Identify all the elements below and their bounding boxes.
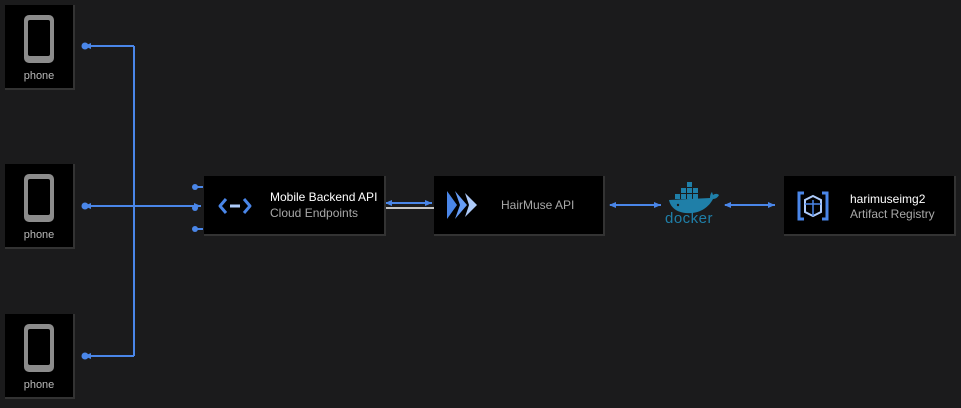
docker-whale-icon [669,182,719,214]
artifact-registry-node[interactable]: harimuseimg2 Artifact Registry [784,176,956,236]
phone-node-3[interactable]: phone [5,314,75,399]
phone-node-2[interactable]: phone [5,164,75,249]
hairmuse-title: HairMuse API [501,198,575,212]
artifact-registry-icon [797,191,829,221]
architecture-diagram: phone phone phone Mobile Backend API Clo… [0,0,961,408]
backend-title: Mobile Backend API [270,190,378,204]
phone-icon [24,15,54,63]
registry-title: harimuseimg2 [850,192,926,206]
port-backend-mid [192,205,198,211]
phone-label: phone [23,379,55,391]
phone-label: phone [23,70,55,82]
phone-icon [24,324,54,372]
backend-api-node[interactable]: Mobile Backend API Cloud Endpoints [204,176,386,236]
docker-label: docker [665,210,714,227]
port-phone3 [81,352,89,360]
cloud-endpoints-icon [218,198,252,214]
port-phone1 [81,42,89,50]
registry-subtitle: Artifact Registry [850,207,935,221]
hairmuse-api-node[interactable]: HairMuse API [434,176,605,236]
phone-icon [24,174,54,222]
api-gateway-icon [447,191,477,219]
phone-node-1[interactable]: phone [5,5,75,90]
phone-label: phone [23,229,55,241]
port-phone2 [81,202,89,210]
backend-subtitle: Cloud Endpoints [270,206,359,220]
